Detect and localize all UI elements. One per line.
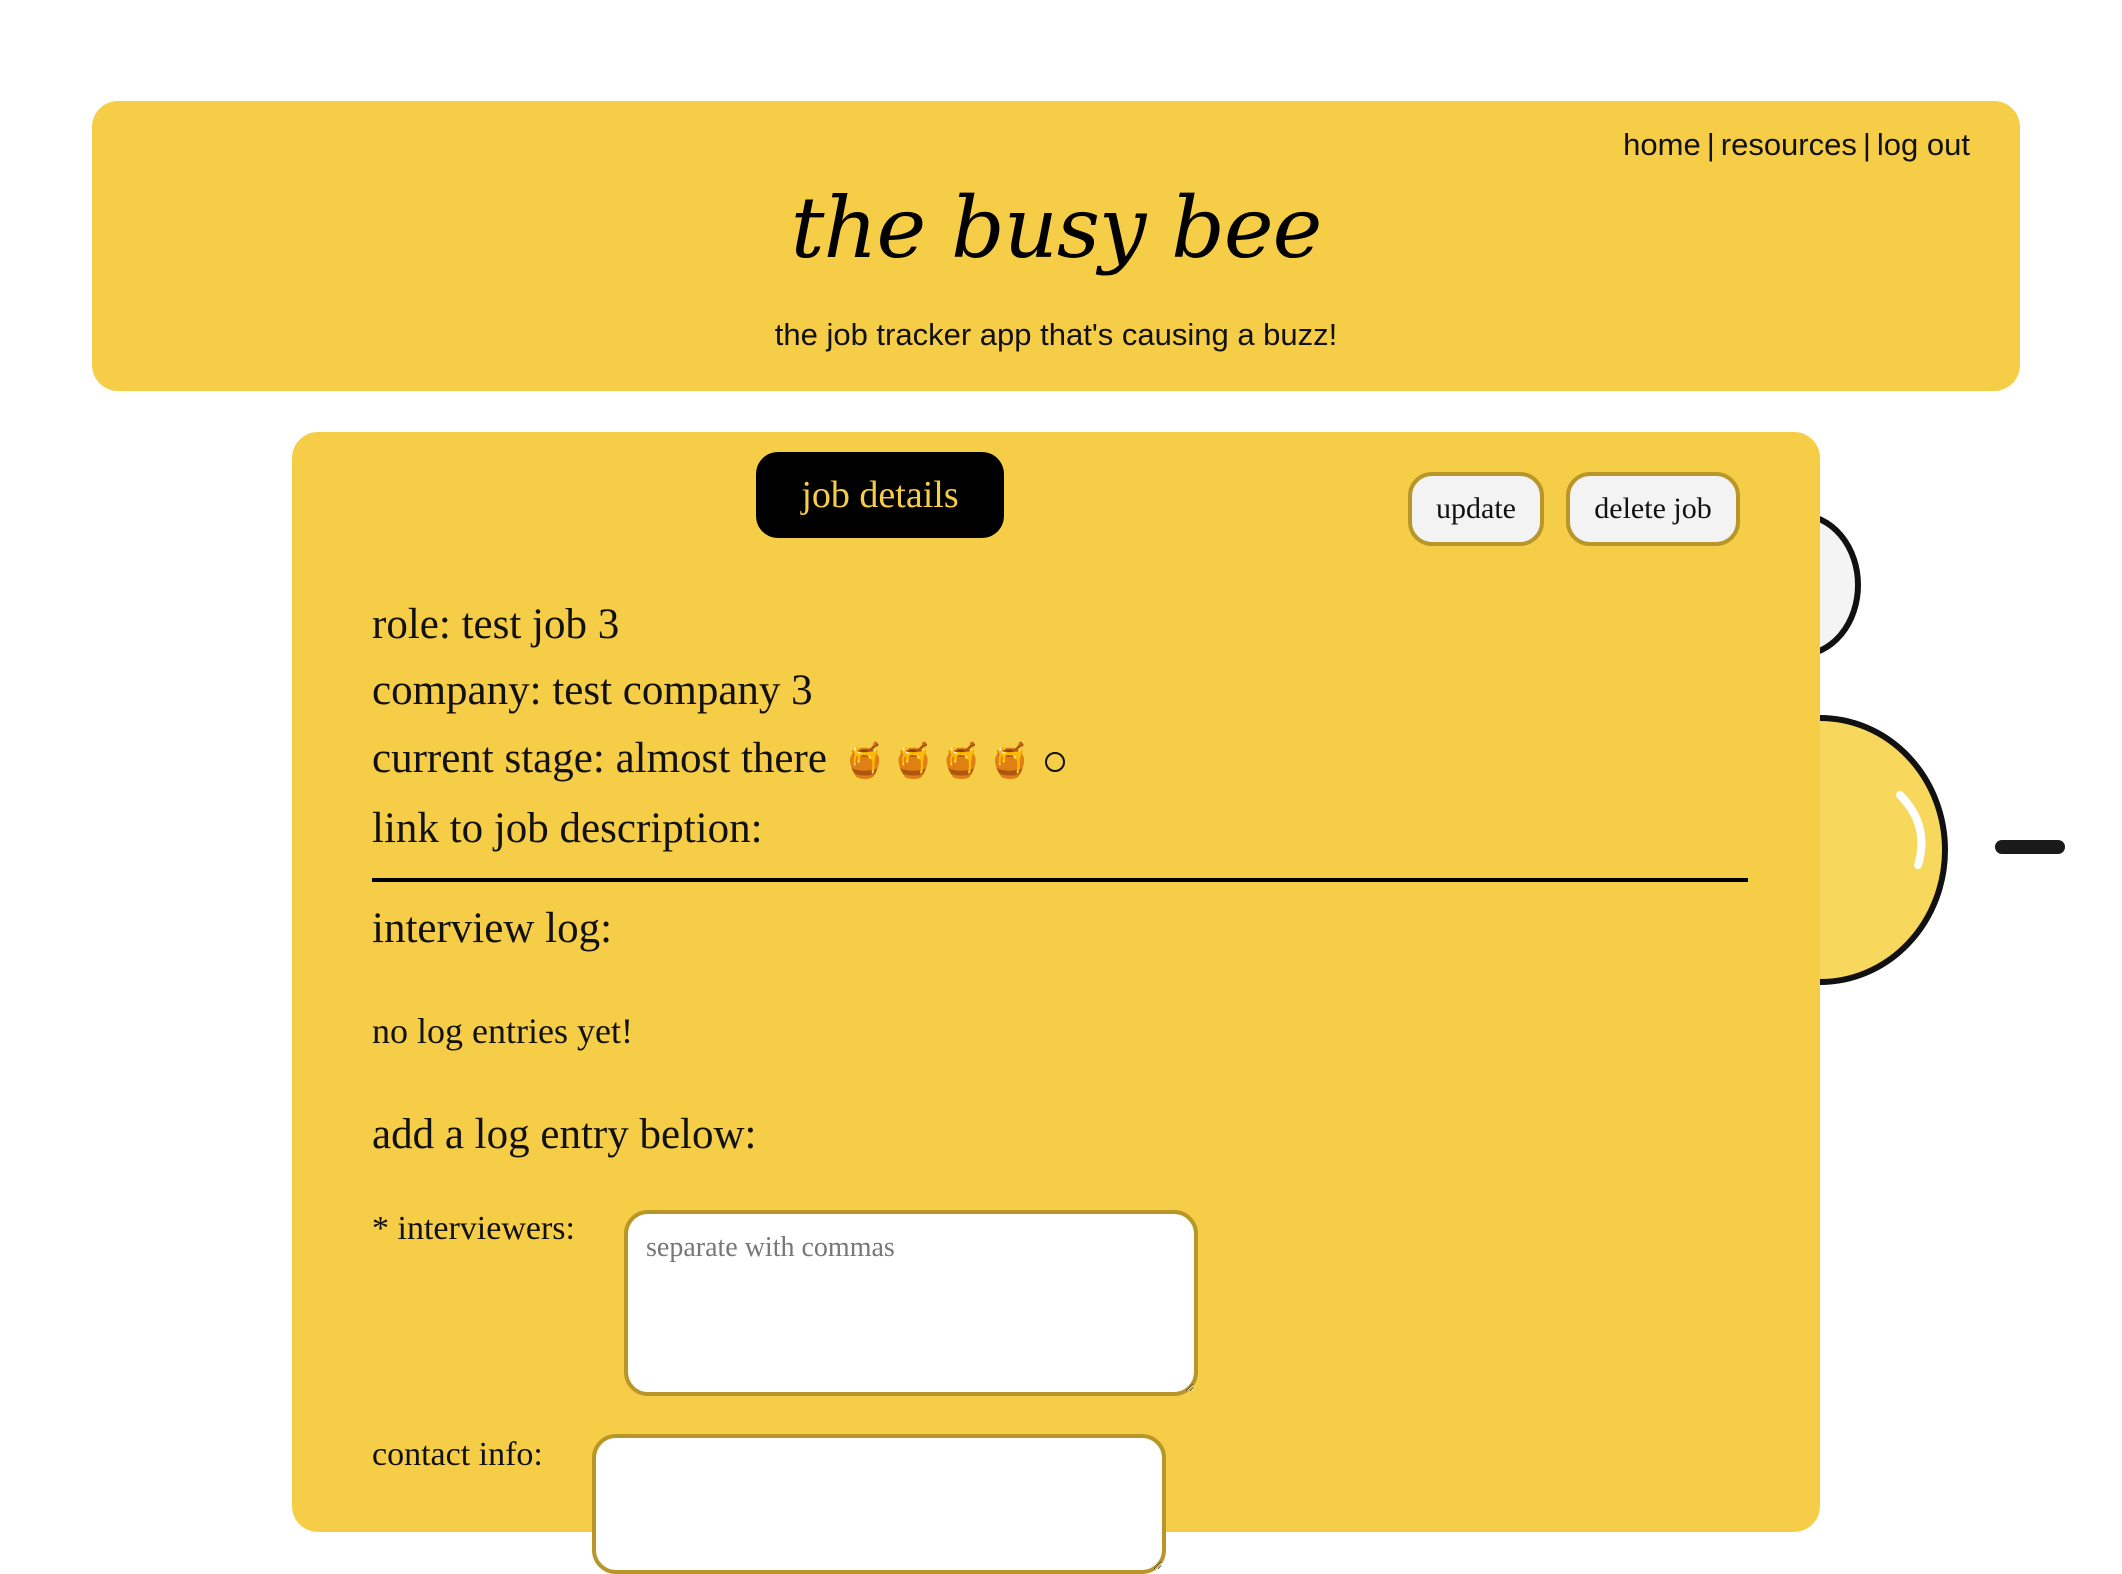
interviewers-label: * interviewers: [372, 1210, 575, 1247]
add-log-heading: add a log entry below: [372, 1111, 757, 1158]
contact-info-input[interactable] [592, 1434, 1166, 1574]
job-link-field: link to job description: [372, 804, 763, 853]
company-field: company: test company 3 [372, 666, 813, 715]
stage-value: almost there [615, 735, 827, 782]
job-details-heading: job details [756, 452, 1004, 538]
nav-home-link[interactable]: home [1623, 127, 1701, 162]
empty-log-message: no log entries yet! [372, 1011, 633, 1051]
company-value: test company 3 [552, 667, 813, 714]
honey-pot-icon: 🍯 [988, 743, 1032, 780]
interview-log-heading: interview log: [372, 905, 613, 952]
stage-field: current stage: almost there 🍯 🍯 🍯 🍯 [372, 734, 1066, 783]
honey-pot-icon: 🍯 [940, 743, 983, 780]
role-label: role: [372, 601, 451, 648]
nav-separator: | [1862, 127, 1871, 162]
job-link-label: link to job description: [372, 805, 763, 852]
delete-job-button[interactable]: delete job [1566, 472, 1740, 546]
honey-pot-icon: 🍯 [843, 743, 887, 780]
stage-progress: 🍯 🍯 🍯 🍯 [838, 735, 1066, 782]
top-nav: home | resources | log out [1623, 127, 1970, 163]
job-details-card: job details update delete job role: test… [292, 432, 1820, 1574]
role-value: test job 3 [461, 601, 620, 648]
interviewers-input[interactable] [624, 1210, 1198, 1396]
nav-separator: | [1706, 127, 1715, 162]
site-header: home | resources | log out the busy bee the … [92, 101, 2020, 391]
honey-pot-icon: 🍯 [892, 743, 935, 780]
role-field: role: test job 3 [372, 600, 619, 649]
app-tagline: the job tracker app that's causing a buz… [774, 317, 1338, 352]
company-label: company: [372, 667, 542, 714]
nav-logout-link[interactable]: log out [1877, 127, 1970, 162]
nav-resources-link[interactable]: resources [1721, 127, 1857, 162]
update-button[interactable]: update [1408, 472, 1544, 546]
contact-info-label: contact info: [372, 1436, 543, 1473]
stage-label: current stage: [372, 735, 605, 782]
section-divider [372, 878, 1748, 882]
empty-circle-icon [1045, 752, 1066, 773]
app-title: the busy bee [790, 179, 1323, 277]
